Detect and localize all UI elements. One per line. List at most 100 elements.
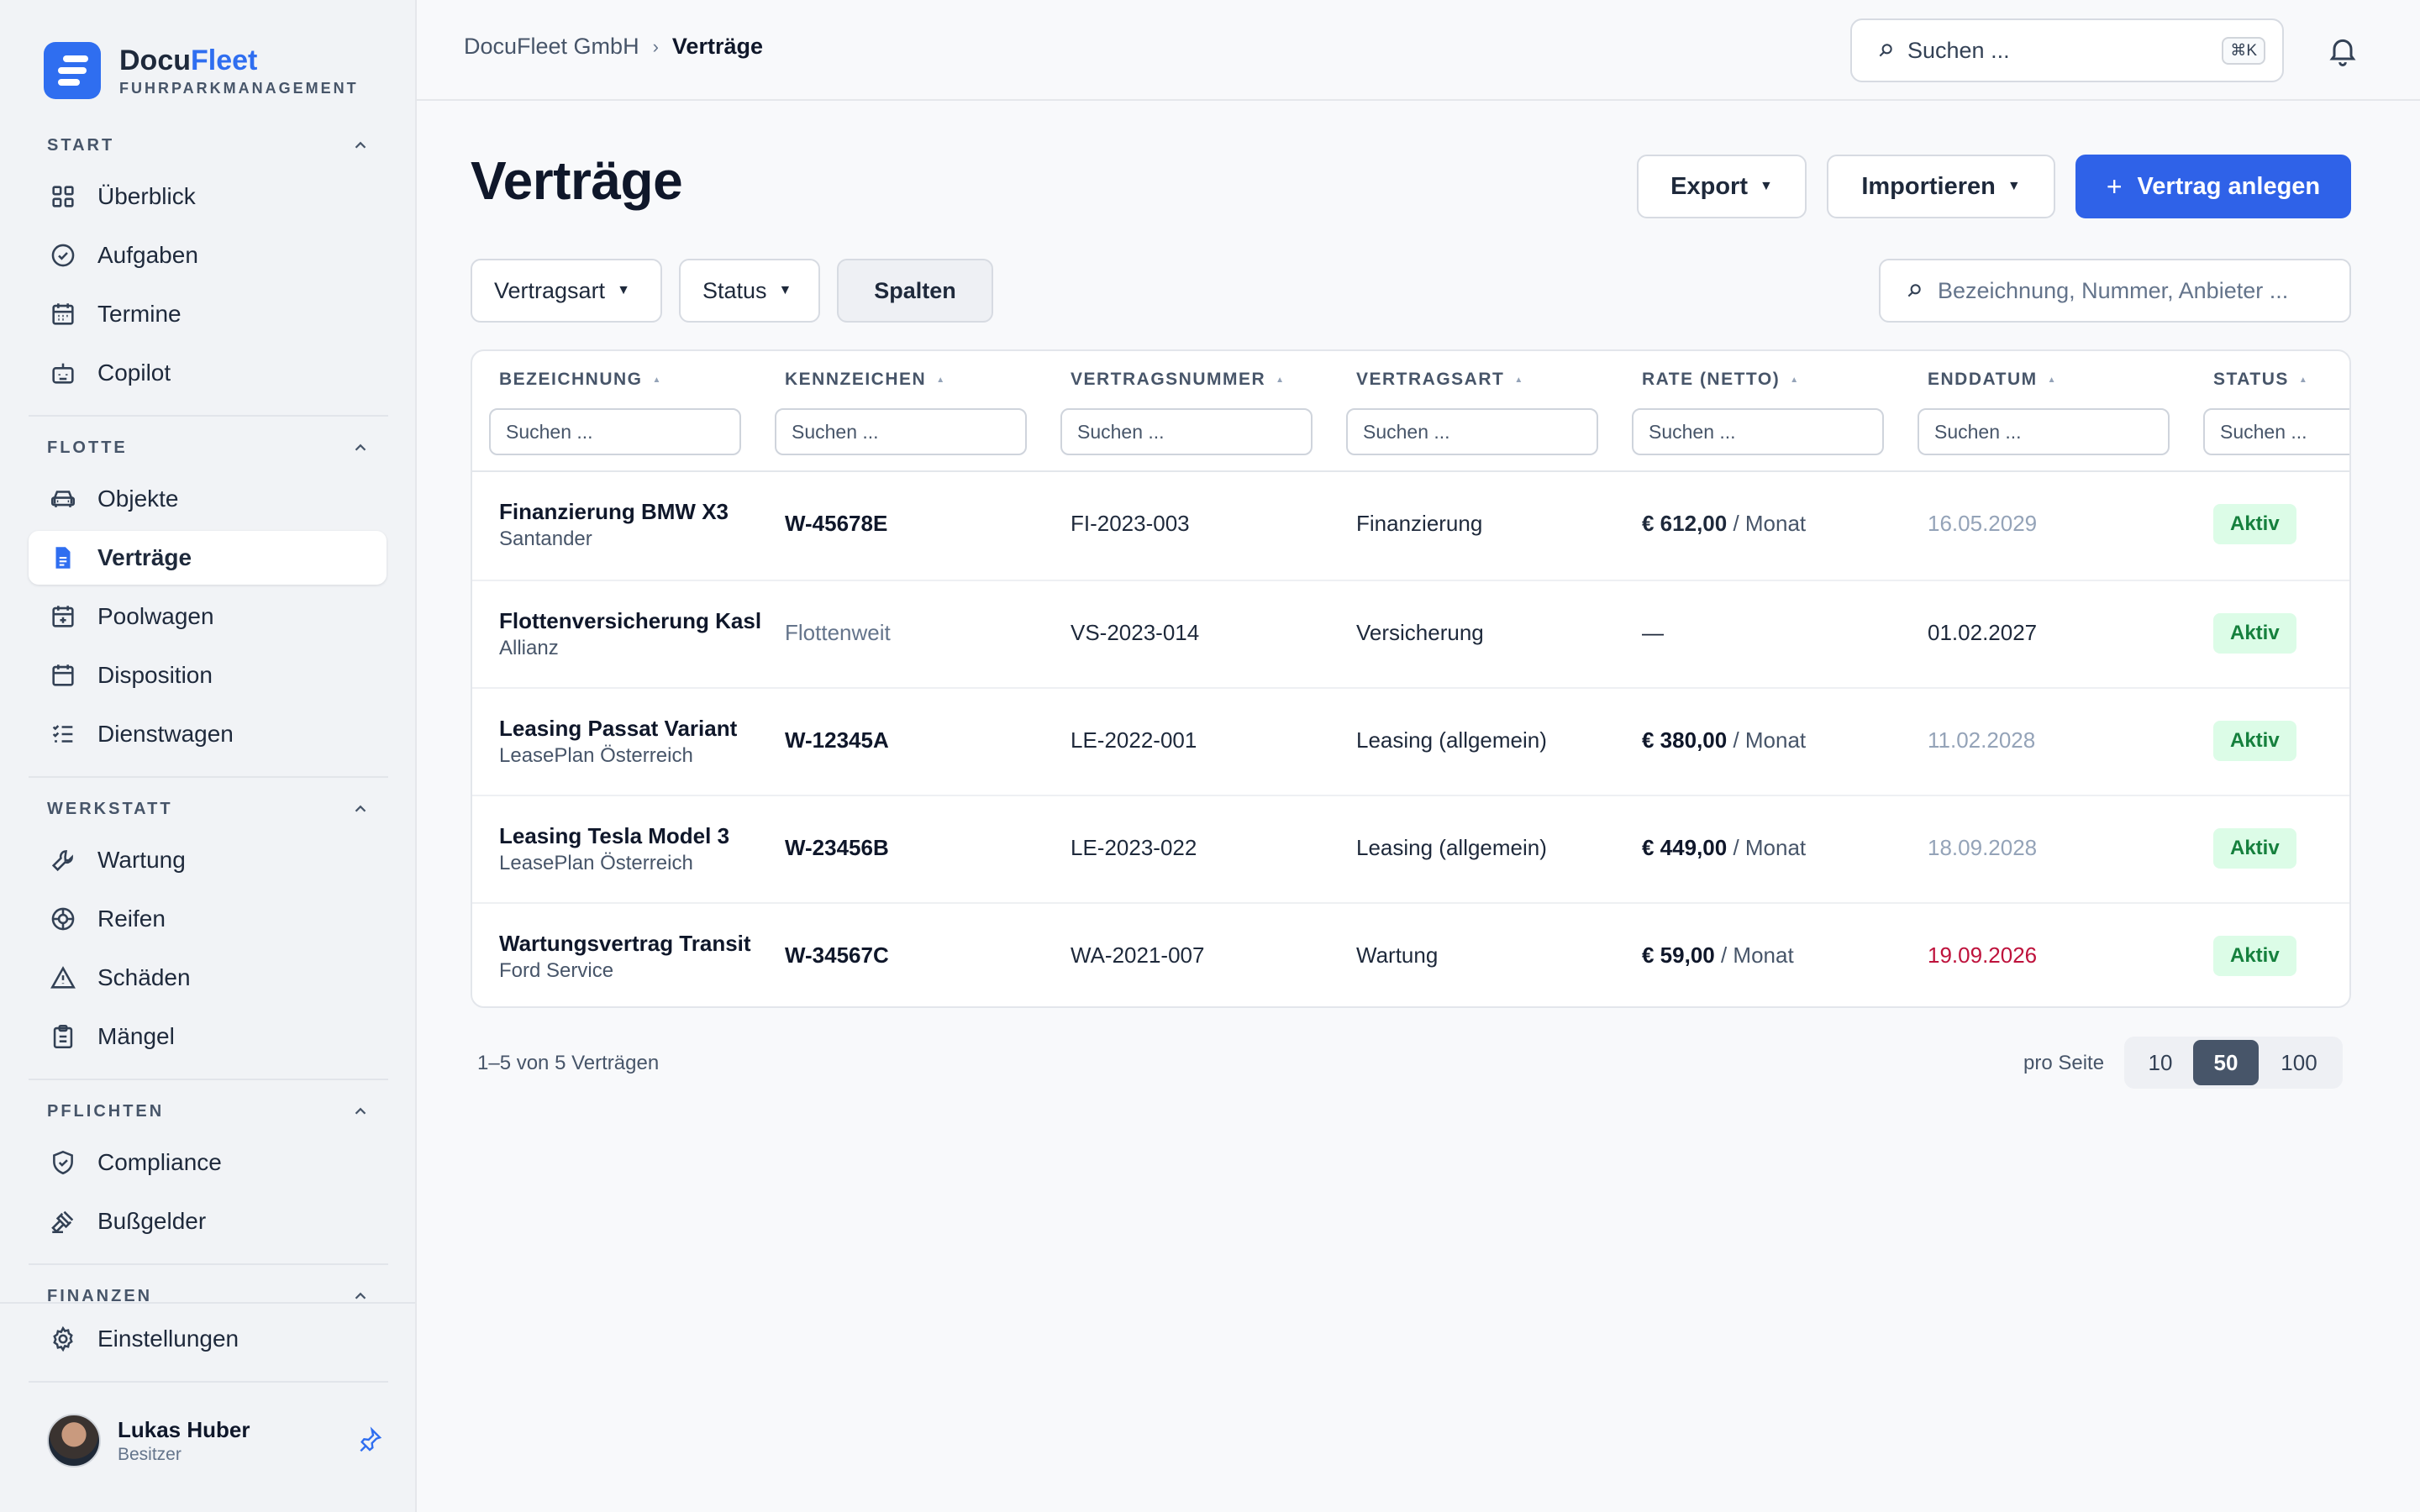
columns-button[interactable]: Spalten <box>837 259 993 323</box>
contract-title: Flottenversicherung Kasl <box>499 608 762 633</box>
section-start[interactable]: START <box>47 133 370 158</box>
section-finanzen[interactable]: FINANZEN <box>47 1284 370 1302</box>
column-filter-status[interactable]: Suchen ... <box>2203 408 2349 455</box>
contract-provider: Santander <box>499 528 592 550</box>
column-header-kennzeichen[interactable]: KENNZEICHEN ▲ <box>785 370 946 390</box>
sidebar-item-schaeden[interactable]: Schäden <box>29 951 387 1005</box>
table-row[interactable]: Finanzierung BMW X3 Santander W-45678E F… <box>472 472 2349 580</box>
column-filter-enddatum[interactable]: Suchen ... <box>1918 408 2170 455</box>
sidebar-item-maengel[interactable]: Mängel <box>29 1010 387 1063</box>
sidebar-item-copilot[interactable]: Copilot <box>29 346 387 400</box>
section-label: WERKSTATT <box>47 799 173 818</box>
sidebar-item-label: Objekte <box>97 486 179 512</box>
column-header-rate[interactable]: RATE (NETTO) ▲ <box>1642 370 1800 390</box>
column-filter-bezeichnung[interactable]: Suchen ... <box>489 408 741 455</box>
column-filter-kennzeichen[interactable]: Suchen ... <box>775 408 1027 455</box>
import-button[interactable]: Importieren ▼ <box>1827 155 2055 218</box>
section-label: FLOTTE <box>47 438 128 457</box>
filter-vertragsart[interactable]: Vertragsart ▼ <box>471 259 662 323</box>
sidebar-item-ueberblick[interactable]: Überblick <box>29 170 387 223</box>
end-date: 16.05.2029 <box>1928 511 2038 536</box>
sidebar-item-poolwagen[interactable]: Poolwagen <box>29 590 387 643</box>
sidebar-item-dienstwagen[interactable]: Dienstwagen <box>29 707 387 761</box>
sidebar-item-label: Einstellungen <box>97 1326 239 1352</box>
sidebar-item-label: Disposition <box>97 662 213 688</box>
column-header-vertragsnummer[interactable]: VERTRAGSNUMMER ▲ <box>1071 370 1286 390</box>
per-page-option-10[interactable]: 10 <box>2128 1040 2193 1085</box>
user-name: Lukas Huber <box>118 1416 250 1442</box>
column-header-vertragsart[interactable]: VERTRAGSART ▲ <box>1356 370 1524 390</box>
rate: € 612,00 / Monat <box>1642 511 1806 537</box>
user-profile[interactable]: Lukas Huber Besitzer <box>47 1411 383 1470</box>
license-plate: W-34567C <box>785 942 889 968</box>
column-filter-rate[interactable]: Suchen ... <box>1632 408 1884 455</box>
contract-title: Leasing Tesla Model 3 <box>499 823 730 848</box>
table-row[interactable]: Leasing Passat Variant LeasePlan Österre… <box>472 687 2349 795</box>
tire-icon <box>51 907 75 931</box>
table-search-input[interactable]: Bezeichnung, Nummer, Anbieter ... <box>1879 259 2351 323</box>
sidebar-item-compliance[interactable]: Compliance <box>29 1136 387 1189</box>
bot-icon <box>52 363 74 384</box>
section-pflichten[interactable]: PFLICHTEN <box>47 1099 370 1124</box>
column-filter-vertragsnummer[interactable]: Suchen ... <box>1060 408 1313 455</box>
table-row[interactable]: Wartungsvertrag Transit Ford Service W-3… <box>472 902 2349 1006</box>
column-header-label: BEZEICHNUNG <box>499 370 643 389</box>
search-icon <box>1879 44 1892 57</box>
rate-amount: € 449,00 <box>1642 835 1728 860</box>
contract-number: LE-2022-001 <box>1071 727 1197 753</box>
avatar <box>47 1414 101 1467</box>
chevron-up-icon <box>355 444 366 451</box>
breadcrumb-item-company[interactable]: DocuFleet GmbH <box>464 34 639 60</box>
contract-type: Leasing (allgemein) <box>1356 727 1547 753</box>
column-header-status[interactable]: STATUS ▲ <box>2213 370 2308 390</box>
export-label: Export <box>1670 172 1748 200</box>
divider <box>29 1381 388 1383</box>
contract-number: LE-2023-022 <box>1071 835 1197 860</box>
table-row[interactable]: Flottenversicherung Kasl Allianz Flotten… <box>472 580 2349 687</box>
brand-name: DocuFleet <box>119 44 258 76</box>
per-page-option-100[interactable]: 100 <box>2259 1040 2339 1085</box>
import-label: Importieren <box>1861 172 1996 200</box>
section-finanzen-clip: FINANZEN <box>0 1278 417 1302</box>
column-header-bezeichnung[interactable]: BEZEICHNUNG ▲ <box>499 370 662 390</box>
pin-icon[interactable] <box>356 1426 383 1453</box>
status-badge: Aktiv <box>2213 936 2296 976</box>
filter-status[interactable]: Status ▼ <box>679 259 820 323</box>
shortcut-badge: ⌘K <box>2222 36 2265 65</box>
section-flotte[interactable]: FLOTTE <box>47 435 370 460</box>
bell-icon[interactable] <box>2326 34 2360 67</box>
sidebar-item-bussgelder[interactable]: Bußgelder <box>29 1194 387 1248</box>
contract-provider: LeasePlan Österreich <box>499 852 693 874</box>
sidebar-item-disposition[interactable]: Disposition <box>29 648 387 702</box>
column-header-enddatum[interactable]: ENDDATUM ▲ <box>1928 370 2057 390</box>
sidebar-item-einstellungen[interactable]: Einstellungen <box>29 1312 387 1366</box>
global-search-input[interactable]: Suchen ... ⌘K <box>1850 18 2284 82</box>
sidebar-item-aufgaben[interactable]: Aufgaben <box>29 228 387 282</box>
column-header-label: RATE (NETTO) <box>1642 370 1781 389</box>
plus-icon: + <box>2106 171 2123 202</box>
end-date: 19.09.2026 <box>1928 942 2038 968</box>
export-button[interactable]: Export ▼ <box>1637 155 1807 218</box>
sidebar-item-termine[interactable]: Termine <box>29 287 387 341</box>
per-page-selector: 10 50 100 <box>2124 1037 2343 1089</box>
section-werkstatt[interactable]: WERKSTATT <box>47 796 370 822</box>
breadcrumb-item-current: Verträge <box>671 34 763 59</box>
table-row[interactable]: Leasing Tesla Model 3 LeasePlan Österrei… <box>472 795 2349 902</box>
end-date: 01.02.2027 <box>1928 620 2038 645</box>
chevron-up-icon <box>355 1107 366 1115</box>
caret-down-icon: ▼ <box>778 283 792 297</box>
rate-amount: € 59,00 <box>1642 942 1715 968</box>
create-contract-button[interactable]: + Vertrag anlegen <box>2075 155 2351 218</box>
license-plate: W-23456B <box>785 835 889 860</box>
result-summary: 1–5 von 5 Verträgen <box>477 1052 660 1074</box>
contract-number: WA-2021-007 <box>1071 942 1205 968</box>
brand[interactable]: DocuFleet FUHRPARKMANAGEMENT <box>44 42 359 99</box>
per-page-option-50[interactable]: 50 <box>2193 1040 2259 1085</box>
sidebar-item-reifen[interactable]: Reifen <box>29 892 387 946</box>
sidebar-item-wartung[interactable]: Wartung <box>29 833 387 887</box>
car-icon <box>50 491 76 507</box>
sidebar-item-objekte[interactable]: Objekte <box>29 472 387 526</box>
sidebar-item-label: Bußgelder <box>97 1208 207 1234</box>
column-filter-vertragsart[interactable]: Suchen ... <box>1346 408 1598 455</box>
sidebar-item-vertraege[interactable]: Verträge <box>29 531 387 585</box>
